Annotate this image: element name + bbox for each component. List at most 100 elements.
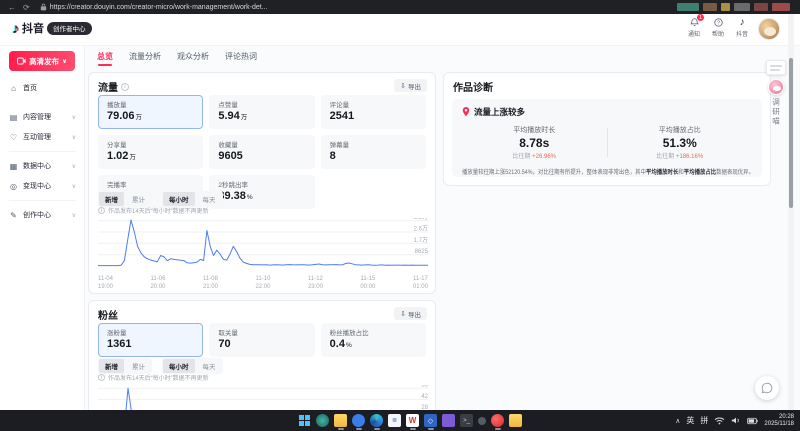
granularity-toggle-group: 每小时 每天	[162, 191, 223, 207]
help-icon: ?	[713, 17, 724, 28]
wifi-icon[interactable]	[714, 416, 725, 425]
metric-tile-new-followers[interactable]: 涨粉量 1361	[98, 323, 203, 357]
sidebar-item-monetization[interactable]: ◎ 变现中心 ∨	[0, 176, 85, 196]
tab-hourly[interactable]: 每小时	[163, 192, 195, 206]
svg-text:8625: 8625	[415, 249, 428, 255]
browser-refresh-icon[interactable]: ⟳	[23, 3, 30, 12]
address-bar[interactable]: https://creator.douyin.com/creator-micro…	[40, 3, 268, 11]
fans-card-title: 粉丝	[98, 307, 118, 322]
red-app-icon[interactable]	[491, 414, 504, 427]
search-app-icon[interactable]	[316, 414, 329, 427]
tab-group-gray[interactable]	[734, 3, 750, 11]
survey-cat-icon[interactable]	[768, 79, 784, 95]
creation-icon: ✎	[9, 211, 18, 220]
help-button[interactable]: ? 帮助	[712, 17, 724, 38]
taskbar-clock[interactable]: 20:28 2025/11/18	[764, 414, 794, 428]
metric-value: 1361	[107, 338, 194, 352]
info-icon: i	[98, 374, 105, 381]
metric-tile-favorites[interactable]: 收藏量 9605	[209, 135, 314, 169]
traffic-trend-chart[interactable]: 3.5万2.6万1.7万8625	[98, 218, 428, 268]
notification-button[interactable]: 1 通知	[688, 17, 700, 38]
speaker-icon[interactable]	[731, 416, 741, 425]
traffic-export-button[interactable]: ⇩ 导出	[394, 79, 427, 92]
publish-button[interactable]: 高清发布 ∨	[9, 51, 75, 71]
tab-cumulative[interactable]: 累计	[126, 192, 151, 206]
metric-tile-shares[interactable]: 分享量 1.02万	[98, 135, 203, 169]
chevron-down-icon: ∨	[62, 58, 67, 65]
sidebar-item-content[interactable]: ▤ 内容管理 ∨	[0, 107, 85, 127]
wps-writer-icon[interactable]: W	[406, 414, 419, 427]
tab-overview[interactable]: 总览	[97, 51, 113, 66]
folder-app-icon[interactable]	[509, 414, 522, 427]
purple-app-icon[interactable]	[442, 414, 455, 427]
svg-text:3.5万: 3.5万	[414, 218, 428, 221]
tab-new[interactable]: 新增	[99, 192, 124, 206]
metric-tile-plays[interactable]: 播放量 79.06万	[98, 95, 203, 129]
sidebar-item-label: 数据中心	[23, 161, 72, 171]
tab-comment-hotwords[interactable]: 评论热词	[225, 51, 257, 66]
douyin-logo[interactable]: ♪ 抖音 创作者中心	[12, 20, 92, 36]
browser-back-icon[interactable]: ←	[8, 3, 16, 12]
metric-label: 分享量	[107, 139, 194, 149]
fans-export-button[interactable]: ⇩ 导出	[394, 307, 427, 320]
survey-tooltip[interactable]	[766, 60, 786, 75]
svg-text:?: ?	[717, 20, 720, 26]
metric-value: 8	[330, 150, 417, 164]
small-utility-icon[interactable]	[478, 417, 486, 425]
tab-hourly[interactable]: 每小时	[163, 359, 195, 373]
metric-tile-danmaku[interactable]: 弹幕量 8	[321, 135, 426, 169]
tab-group-brown[interactable]	[703, 3, 717, 11]
document-app-icon[interactable]: ≣	[388, 414, 401, 427]
sidebar-item-data-center[interactable]: ▦ 数据中心 ∨	[0, 156, 85, 176]
metric-value: 8.78s	[462, 136, 607, 150]
tab-traffic-analysis[interactable]: 流量分析	[129, 51, 161, 66]
start-button[interactable]	[298, 414, 311, 427]
diagnosis-card: 作品诊断 流量上涨较多 平均播放时长 8.78s 比往期 +26.96% 平均播…	[443, 72, 771, 186]
edge-browser-icon[interactable]	[370, 414, 383, 427]
ime-english-indicator[interactable]: 英	[686, 415, 694, 426]
code-editor-icon[interactable]: ◇	[424, 414, 437, 427]
sidebar-item-label: 创作中心	[23, 210, 72, 220]
metric-value: 0.4%	[330, 338, 417, 352]
tab-cumulative[interactable]: 累计	[126, 359, 151, 373]
tab-daily[interactable]: 每天	[197, 192, 222, 206]
douyin-app-button[interactable]: ♪ 抖音	[736, 17, 748, 38]
fans-trend-chart[interactable]: 56422814	[98, 385, 428, 410]
info-icon: i	[98, 207, 105, 214]
info-icon[interactable]: i	[121, 83, 129, 91]
battery-icon[interactable]	[747, 417, 758, 425]
diagnosis-card-title: 作品诊断	[453, 79, 493, 94]
metric-tile-fan-play-ratio[interactable]: 粉丝播放占比 0.4%	[321, 323, 426, 357]
metric-tile-bounce-rate[interactable]: 2秒跳出率 39.38%	[209, 175, 314, 209]
terminal-icon[interactable]: >_	[460, 414, 473, 427]
browser-extension-blocks[interactable]	[677, 3, 790, 11]
traffic-chart-area: 3.5万2.6万1.7万8625 11-0419:0011-0620:0011-…	[98, 218, 428, 291]
file-explorer-icon[interactable]	[334, 414, 347, 427]
help-label: 帮助	[712, 29, 724, 38]
sidebar-item-home[interactable]: ⌂ 首页	[0, 78, 85, 98]
tab-daily[interactable]: 每天	[197, 359, 222, 373]
metric-tile-unfollows[interactable]: 取关量 70	[209, 323, 314, 357]
sidebar-item-creation[interactable]: ✎ 创作中心 ∨	[0, 205, 85, 225]
metric-tile-comments[interactable]: 评论量 2541	[321, 95, 426, 129]
tab-group-maroon[interactable]	[754, 3, 768, 11]
tab-group-teal[interactable]	[677, 3, 699, 11]
survey-widget-label[interactable]: 调研喵	[771, 98, 782, 127]
metric-value: 5.94万	[218, 110, 305, 124]
sidebar-item-label: 首页	[23, 83, 76, 93]
tray-expand-icon[interactable]: ∧	[675, 417, 680, 425]
sidebar-item-interaction[interactable]: ♡ 互动管理 ∨	[0, 127, 85, 147]
x-axis-tick: 11-1500:00	[360, 275, 375, 291]
customer-service-button[interactable]	[755, 376, 779, 400]
metric-tile-likes[interactable]: 点赞量 5.94万	[209, 95, 314, 129]
site-header: ♪ 抖音 创作者中心 1 通知 ? 帮助	[0, 14, 800, 46]
data-icon: ▦	[9, 162, 18, 171]
browser-globe-icon[interactable]	[352, 414, 365, 427]
tab-new[interactable]: 新增	[99, 359, 124, 373]
tab-group-red[interactable]	[772, 3, 790, 11]
interaction-icon: ♡	[9, 133, 18, 142]
ime-pinyin-indicator[interactable]: 拼	[700, 415, 708, 426]
tab-audience-analysis[interactable]: 观众分析	[177, 51, 209, 66]
user-avatar[interactable]	[758, 18, 780, 40]
tab-group-olive[interactable]	[721, 3, 730, 11]
